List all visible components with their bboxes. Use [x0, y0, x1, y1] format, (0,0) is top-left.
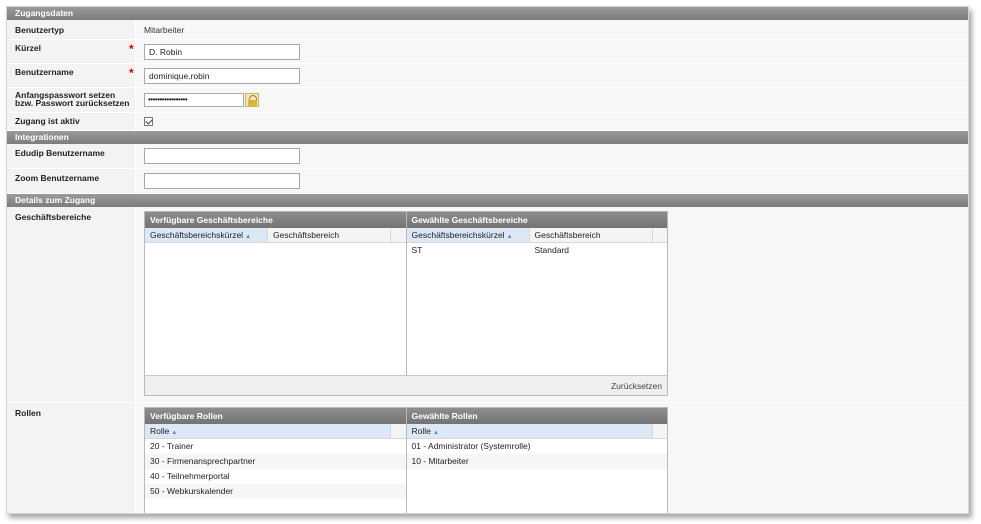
geschaeftsbereiche-label: Geschäftsbereiche: [15, 212, 92, 222]
kuerzel-input[interactable]: [144, 43, 300, 60]
row-zugang-aktiv: Zugang ist aktiv: [7, 113, 968, 131]
list-item[interactable]: 30 - Firmenansprechpartner: [145, 454, 406, 469]
benutzername-input[interactable]: [144, 67, 300, 84]
edudip-label: Edudip Benutzername: [15, 148, 105, 158]
row-kuerzel: Kürzel *: [7, 40, 968, 64]
gb-selected-col-kuerzel[interactable]: Geschäftsbereichskürzel ▲: [406, 228, 530, 242]
sort-asc-icon: ▲: [245, 234, 252, 240]
row-edudip: Edudip Benutzername: [7, 144, 968, 169]
row-geschaeftsbereiche: Geschäftsbereiche Verfügbare Geschäftsbe…: [7, 207, 968, 403]
list-item[interactable]: 10 - Mitarbeiter: [406, 454, 667, 469]
benutzertyp-value: Mitarbeiter: [144, 24, 185, 35]
gb-selected-col-bereich[interactable]: Geschäftsbereich: [530, 228, 653, 242]
passwort-label: Anfangspasswort setzen bzw. Passwort zur…: [7, 88, 135, 112]
rollen-grid: Verfügbare Rollen Gewählte Rollen Rolle ▲…: [144, 407, 668, 513]
section-details: Details zum Zugang: [7, 194, 968, 207]
rollen-selected-title: Gewählte Rollen: [405, 408, 667, 424]
rollen-selected-list[interactable]: Rolle ▲ 01 - Administrator (Systemrolle) …: [405, 424, 668, 513]
list-item[interactable]: 20 - Trainer: [145, 439, 406, 454]
row-zoom: Zoom Benutzername: [7, 169, 968, 194]
gb-selected-kuerzel-cell: ST: [411, 245, 423, 255]
row-benutzername: Benutzername *: [7, 64, 968, 88]
zugang-aktiv-checkbox[interactable]: [144, 117, 153, 126]
edudip-input[interactable]: [144, 148, 300, 164]
rollen-label: Rollen: [15, 408, 41, 418]
zugang-aktiv-label: Zugang ist aktiv: [15, 116, 80, 126]
section-integrationen: Integrationen: [7, 131, 968, 144]
kuerzel-required-marker: *: [129, 42, 134, 56]
gb-available-title: Verfügbare Geschäftsbereiche: [145, 212, 406, 228]
passwort-input[interactable]: •••••••••••••••••: [144, 93, 244, 107]
rollen-available-list[interactable]: Rolle ▲ 20 - Trainer 30 - Firmenansprechp…: [145, 424, 406, 513]
rollen-available-title: Verfügbare Rollen: [145, 408, 406, 424]
sort-asc-icon: ▲: [432, 430, 439, 436]
rollen-available-col-rolle[interactable]: Rolle ▲: [145, 424, 391, 438]
benutzertyp-label: Benutzertyp: [15, 25, 65, 35]
rollen-selected-col-rolle[interactable]: Rolle ▲: [406, 424, 653, 438]
zoom-label: Zoom Benutzername: [15, 173, 100, 183]
table-row[interactable]: ST Standard: [407, 243, 668, 258]
row-passwort: Anfangspasswort setzen bzw. Passwort zur…: [7, 88, 968, 113]
list-item[interactable]: 40 - Teilnehmerportal: [145, 469, 406, 484]
passwort-label-line2: bzw. Passwort zurücksetzen: [15, 98, 130, 108]
gb-available-col-kuerzel[interactable]: Geschäftsbereichskürzel ▲: [145, 228, 268, 242]
sort-asc-icon: ▲: [171, 430, 178, 436]
user-form-frame: Zugangsdaten Benutzertyp Mitarbeiter Kür…: [6, 6, 969, 514]
zoom-input[interactable]: [144, 173, 300, 189]
gb-selected-bereich-cell: Standard: [534, 245, 570, 255]
gb-reset-button[interactable]: Zurücksetzen: [145, 375, 667, 395]
gb-selected-title: Gewählte Geschäftsbereiche: [405, 212, 667, 228]
row-benutzertyp: Benutzertyp Mitarbeiter: [7, 20, 968, 40]
benutzername-label: Benutzername: [15, 67, 74, 77]
geschaeftsbereiche-grid: Verfügbare Geschäftsbereiche Gewählte Ge…: [144, 211, 668, 396]
kuerzel-label: Kürzel: [15, 43, 41, 53]
gb-available-col-bereich[interactable]: Geschäftsbereich: [268, 228, 391, 242]
list-item[interactable]: 50 - Webkurskalender: [145, 484, 406, 499]
benutzername-required-marker: *: [129, 66, 134, 80]
gb-selected-list[interactable]: Geschäftsbereichskürzel ▲ Geschäftsbereic…: [405, 228, 668, 375]
section-zugangsdaten: Zugangsdaten: [7, 7, 968, 20]
sort-asc-icon: ▲: [506, 234, 513, 240]
row-rollen: Rollen Verfügbare Rollen Gewählte Rollen…: [7, 403, 968, 513]
gb-available-list[interactable]: Geschäftsbereichskürzel ▲ Geschäftsbereic…: [145, 228, 406, 375]
lock-icon[interactable]: [245, 93, 259, 107]
list-item[interactable]: 01 - Administrator (Systemrolle): [407, 439, 668, 454]
